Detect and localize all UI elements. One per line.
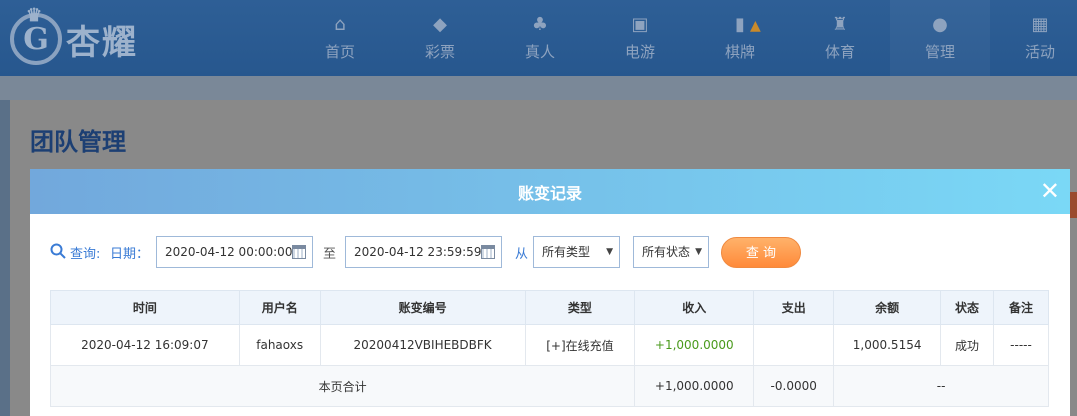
col-status: 状态: [940, 290, 995, 325]
cell-time: 2020-04-12 16:09:07: [50, 324, 240, 366]
header-shadow: [0, 76, 1077, 100]
col-balance: 余额: [833, 290, 942, 325]
nav-sports[interactable]: ♜ 体育: [790, 0, 890, 76]
chevron-down-icon: ▼: [606, 247, 613, 257]
nav-label: 电游: [624, 42, 655, 61]
transactions-table: 时间 用户名 账变编号 类型 收入 支出 余额 状态 备注 2020-04-12…: [49, 290, 1049, 407]
cards-icon: ▮: [735, 13, 745, 35]
cell-balance: 1,000.5154: [833, 324, 942, 366]
top-navigation-bar: ♛ G 杏耀 ⌂ 首页 ◆ 彩票 ♣ 真人 ▣ 电游 ▮ ▲ 棋牌 ♜ 体育 ●…: [0, 0, 1077, 76]
brand-logo[interactable]: ♛ G 杏耀: [10, 5, 138, 72]
modal-header: 账变记录 ✕: [30, 169, 1070, 214]
status-select[interactable]: 所有状态 ▼: [633, 236, 709, 268]
calendar-icon[interactable]: [292, 245, 306, 259]
col-transaction-id: 账变编号: [319, 290, 526, 325]
col-time: 时间: [50, 290, 240, 325]
logo-letter: G: [23, 21, 49, 57]
nav-management[interactable]: ● 管理: [890, 0, 990, 76]
main-nav: ⌂ 首页 ◆ 彩票 ♣ 真人 ▣ 电游 ▮ ▲ 棋牌 ♜ 体育 ● 管理 ▦ 活…: [290, 0, 1077, 76]
table-header-row: 时间 用户名 账变编号 类型 收入 支出 余额 状态 备注: [50, 290, 1049, 325]
cell-remark: -----: [993, 324, 1049, 366]
crown-icon: ♛: [26, 5, 43, 26]
end-date-value: 2020-04-12 23:59:59: [354, 245, 482, 259]
col-type: 类型: [524, 290, 636, 325]
dealer-icon: ♣: [531, 13, 549, 35]
ticket-icon: ◆: [433, 13, 447, 35]
page-title: 团队管理: [30, 128, 126, 156]
nav-label: 体育: [824, 42, 855, 61]
query-button[interactable]: 查 询: [721, 237, 801, 268]
summary-income: +1,000.0000: [634, 365, 755, 407]
col-username: 用户名: [238, 290, 321, 325]
table-row: 2020-04-12 16:09:07 fahaoxs 20200412VBIH…: [50, 324, 1049, 366]
trophy-icon: ♜: [831, 13, 849, 35]
to-label: 至: [323, 247, 337, 262]
query-label: 查询:: [70, 247, 101, 262]
summary-label: 本页合计: [49, 365, 636, 407]
date-label: 日期：: [110, 247, 150, 262]
nav-cards[interactable]: ▮ ▲ 棋牌: [690, 0, 790, 76]
left-sidebar-strip: [0, 100, 10, 416]
nav-slots[interactable]: ▣ 电游: [590, 0, 690, 76]
background-accent: [1070, 192, 1077, 218]
type-select-value: 所有类型: [542, 245, 591, 259]
cell-transaction-id: 20200412VBIHEBDBFK: [319, 324, 526, 366]
logo-text: 杏耀: [66, 22, 138, 63]
cell-status: 成功: [940, 324, 995, 366]
nav-live[interactable]: ♣ 真人: [490, 0, 590, 76]
status-select-value: 所有状态: [642, 245, 691, 259]
query-bar: 查询: 日期： 2020-04-12 00:00:00 至 2020-04-12…: [48, 235, 1058, 269]
close-icon[interactable]: ✕: [1040, 177, 1060, 205]
type-select[interactable]: 所有类型 ▼: [533, 236, 620, 268]
cell-username: fahaoxs: [238, 324, 321, 366]
home-icon: ⌂: [334, 13, 346, 35]
summary-row: 本页合计 +1,000.0000 -0.0000 --: [49, 365, 1049, 407]
start-date-input[interactable]: 2020-04-12 00:00:00: [156, 236, 313, 268]
col-income: 收入: [634, 290, 755, 325]
end-date-input[interactable]: 2020-04-12 23:59:59: [345, 236, 502, 268]
chevron-down-icon: ▼: [695, 247, 702, 257]
nav-label: 棋牌: [724, 42, 755, 61]
calendar-icon[interactable]: [481, 245, 495, 259]
from-label: 从: [515, 247, 529, 262]
nav-label: 彩票: [424, 42, 455, 61]
nav-label: 管理: [924, 42, 955, 61]
slot-icon: ▣: [631, 13, 649, 35]
nav-lottery[interactable]: ◆ 彩票: [390, 0, 490, 76]
cell-expense: [753, 324, 835, 366]
transaction-records-modal: 账变记录 ✕ 查询: 日期： 2020-04-12 00:00:00 至 202…: [30, 169, 1070, 416]
logo-mark: ♛ G: [10, 5, 62, 65]
col-expense: 支出: [753, 290, 835, 325]
cell-income: +1,000.0000: [634, 324, 755, 366]
col-remark: 备注: [993, 290, 1049, 325]
modal-title: 账变记录: [517, 183, 582, 203]
hot-flame-icon: ▲: [750, 18, 761, 34]
users-icon: ●: [932, 13, 948, 35]
gift-icon: ▦: [1031, 13, 1049, 35]
cell-type: [+]在线充值: [524, 324, 636, 366]
nav-label: 活动: [1024, 42, 1055, 61]
search-icon: [50, 243, 66, 259]
nav-label: 首页: [324, 42, 355, 61]
nav-home[interactable]: ⌂ 首页: [290, 0, 390, 76]
start-date-value: 2020-04-12 00:00:00: [165, 245, 293, 259]
summary-expense: -0.0000: [753, 365, 835, 407]
nav-label: 真人: [524, 42, 555, 61]
nav-promotions[interactable]: ▦ 活动: [990, 0, 1077, 76]
summary-rest: --: [833, 365, 1049, 407]
